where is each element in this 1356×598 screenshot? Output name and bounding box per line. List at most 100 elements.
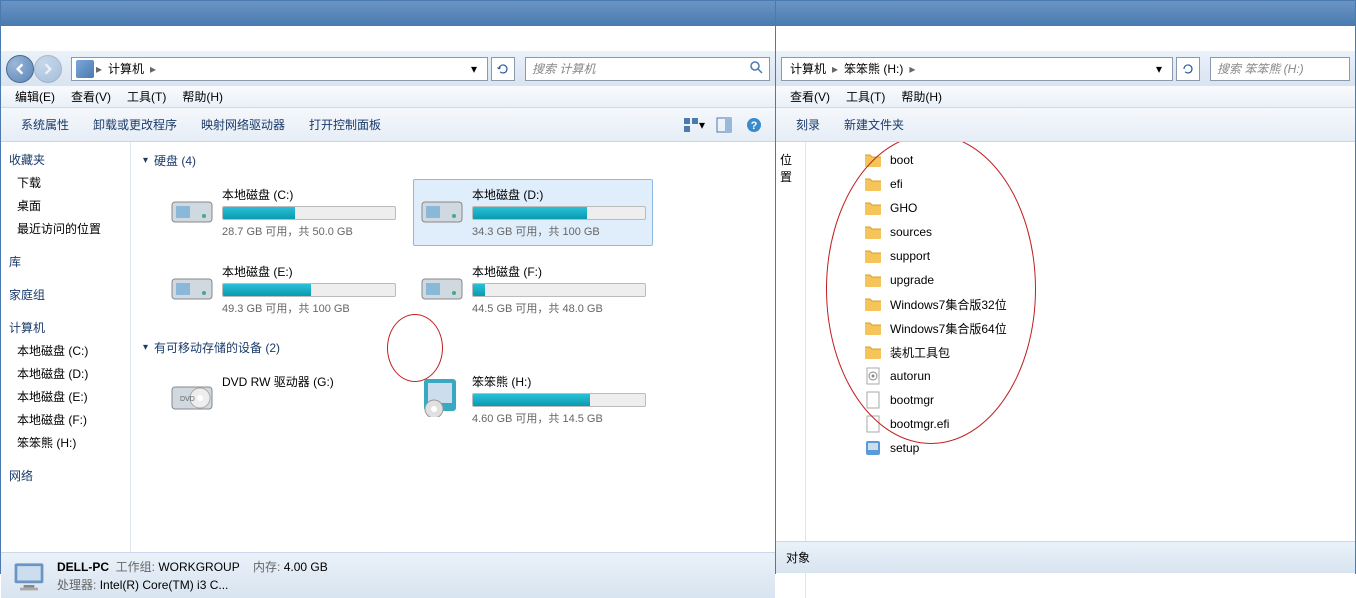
- sidebar-location[interactable]: 位置: [776, 148, 805, 188]
- search-placeholder: 搜索 笨笨熊 (H:): [1217, 60, 1304, 77]
- uninstall-programs-button[interactable]: 卸载或更改程序: [83, 112, 187, 137]
- status-pc-name: DELL-PC: [57, 560, 109, 574]
- drive-name: 笨笨熊 (H:): [472, 373, 646, 390]
- breadcrumb-drive-h[interactable]: 笨笨熊 (H:): [840, 58, 907, 79]
- sidebar-drive-f[interactable]: 本地磁盘 (F:): [1, 408, 130, 431]
- navigation-pane: 收藏夹 下载 桌面 最近访问的位置 库 家庭组 计算机 本地磁盘 (C:) 本地…: [1, 142, 131, 552]
- folder-icon: [864, 271, 882, 289]
- sidebar-libraries[interactable]: 库: [1, 250, 130, 273]
- group-removable[interactable]: ▾有可移动存储的设备 (2): [143, 335, 763, 360]
- file-item-upgrade[interactable]: upgrade: [858, 268, 1343, 292]
- file-item-bootmgr[interactable]: bootmgr: [858, 388, 1343, 412]
- file-item-efi[interactable]: efi: [858, 172, 1343, 196]
- help-button[interactable]: ?: [743, 114, 765, 136]
- address-bar[interactable]: ▸ 计算机 ▸ ▾: [71, 57, 488, 81]
- sidebar-drive-c[interactable]: 本地磁盘 (C:): [1, 339, 130, 362]
- file-item-sources[interactable]: sources: [858, 220, 1343, 244]
- new-folder-button[interactable]: 新建文件夹: [834, 112, 914, 137]
- folder-icon: [864, 175, 882, 193]
- file-name: support: [890, 249, 930, 263]
- menu-tools[interactable]: 工具(T): [838, 86, 893, 107]
- computer-icon: [76, 60, 94, 78]
- file-item-support[interactable]: support: [858, 244, 1343, 268]
- status-workgroup: WORKGROUP: [158, 560, 239, 574]
- external-drive-icon: [420, 373, 464, 417]
- menu-view[interactable]: 查看(V): [63, 86, 119, 107]
- drive-icon: [420, 263, 464, 307]
- sidebar-computer[interactable]: 计算机: [1, 316, 130, 339]
- system-properties-button[interactable]: 系统属性: [11, 112, 79, 137]
- sidebar-drive-h[interactable]: 笨笨熊 (H:): [1, 431, 130, 454]
- menu-edit[interactable]: 编辑(E): [7, 86, 63, 107]
- external-drive-h[interactable]: 笨笨熊 (H:) 4.60 GB 可用，共 14.5 GB: [413, 366, 653, 433]
- sidebar-recent[interactable]: 最近访问的位置: [1, 217, 130, 240]
- svg-text:?: ?: [751, 120, 758, 132]
- address-dropdown-icon[interactable]: ▾: [1150, 62, 1168, 76]
- file-item------[interactable]: 装机工具包: [858, 340, 1343, 364]
- drive-f[interactable]: 本地磁盘 (F:) 44.5 GB 可用，共 48.0 GB: [413, 256, 653, 323]
- drive-free-space: 34.3 GB 可用，共 100 GB: [472, 223, 646, 239]
- file-icon: [864, 391, 882, 409]
- preview-pane-button[interactable]: [713, 114, 735, 136]
- file-view: bootefiGHOsourcessupportupgradeWindows7集…: [806, 142, 1355, 598]
- status-cpu: Intel(R) Core(TM) i3 C...: [100, 578, 229, 592]
- sidebar-downloads[interactable]: 下载: [1, 171, 130, 194]
- sidebar-homegroup[interactable]: 家庭组: [1, 283, 130, 306]
- map-network-drive-button[interactable]: 映射网络驱动器: [191, 112, 295, 137]
- command-bar: 系统属性 卸载或更改程序 映射网络驱动器 打开控制面板 ▾ ?: [1, 108, 775, 142]
- folder-icon: [864, 247, 882, 265]
- drive-name: 本地磁盘 (F:): [472, 263, 646, 280]
- drive-free-space: 44.5 GB 可用，共 48.0 GB: [472, 300, 646, 316]
- dvd-drive[interactable]: DVDDVD RW 驱动器 (G:): [163, 366, 403, 433]
- file-item-Windows7---32-[interactable]: Windows7集合版32位: [858, 292, 1343, 316]
- file-icon: [864, 415, 882, 433]
- sidebar-drive-e[interactable]: 本地磁盘 (E:): [1, 385, 130, 408]
- address-dropdown-icon[interactable]: ▾: [465, 62, 483, 76]
- menu-help[interactable]: 帮助(H): [174, 86, 231, 107]
- refresh-button[interactable]: [1176, 57, 1200, 81]
- sidebar-network[interactable]: 网络: [1, 464, 130, 487]
- dvd-icon: DVD: [170, 373, 214, 417]
- menu-tools[interactable]: 工具(T): [119, 86, 174, 107]
- drive-d[interactable]: 本地磁盘 (D:)34.3 GB 可用，共 100 GB: [413, 179, 653, 246]
- drive-free-space: 49.3 GB 可用，共 100 GB: [222, 300, 396, 316]
- breadcrumb-computer[interactable]: 计算机: [104, 58, 148, 79]
- file-item-bootmgr-efi[interactable]: bootmgr.efi: [858, 412, 1343, 436]
- sidebar-drive-d[interactable]: 本地磁盘 (D:): [1, 362, 130, 385]
- file-item-Windows7---64-[interactable]: Windows7集合版64位: [858, 316, 1343, 340]
- file-item-boot[interactable]: boot: [858, 148, 1343, 172]
- status-objects: 对象: [786, 549, 810, 566]
- file-item-GHO[interactable]: GHO: [858, 196, 1343, 220]
- drive-free-space: 4.60 GB 可用，共 14.5 GB: [472, 410, 646, 426]
- folder-icon: [864, 151, 882, 169]
- drive-name: 本地磁盘 (C:): [222, 186, 396, 203]
- sidebar-favorites[interactable]: 收藏夹: [1, 148, 130, 171]
- search-input[interactable]: 搜索 计算机: [525, 57, 770, 81]
- burn-button[interactable]: 刻录: [786, 112, 830, 137]
- folder-icon: [864, 295, 882, 313]
- forward-button[interactable]: [34, 55, 62, 83]
- file-item-setup[interactable]: setup: [858, 436, 1343, 460]
- search-input[interactable]: 搜索 笨笨熊 (H:): [1210, 57, 1350, 81]
- refresh-button[interactable]: [491, 57, 515, 81]
- menu-help[interactable]: 帮助(H): [893, 86, 950, 107]
- control-panel-button[interactable]: 打开控制面板: [299, 112, 391, 137]
- view-options-button[interactable]: ▾: [683, 114, 705, 136]
- breadcrumb-computer[interactable]: 计算机: [786, 58, 830, 79]
- details-pane: 对象: [776, 541, 1355, 573]
- menu-bar: 编辑(E) 查看(V) 工具(T) 帮助(H): [1, 86, 775, 108]
- file-name: autorun: [890, 369, 931, 383]
- drive-c[interactable]: 本地磁盘 (C:)28.7 GB 可用，共 50.0 GB: [163, 179, 403, 246]
- drive-icon: [420, 186, 464, 230]
- sidebar-desktop[interactable]: 桌面: [1, 194, 130, 217]
- file-item-autorun[interactable]: autorun: [858, 364, 1343, 388]
- file-name: bootmgr: [890, 393, 934, 407]
- menu-view[interactable]: 查看(V): [782, 86, 838, 107]
- inf-icon: [864, 367, 882, 385]
- file-name: setup: [890, 441, 919, 455]
- folder-icon: [864, 343, 882, 361]
- drive-e[interactable]: 本地磁盘 (E:)49.3 GB 可用，共 100 GB: [163, 256, 403, 323]
- group-hard-drives[interactable]: ▾硬盘 (4): [143, 148, 763, 173]
- back-button[interactable]: [6, 55, 34, 83]
- address-bar[interactable]: 计算机 ▸ 笨笨熊 (H:) ▸ ▾: [781, 57, 1173, 81]
